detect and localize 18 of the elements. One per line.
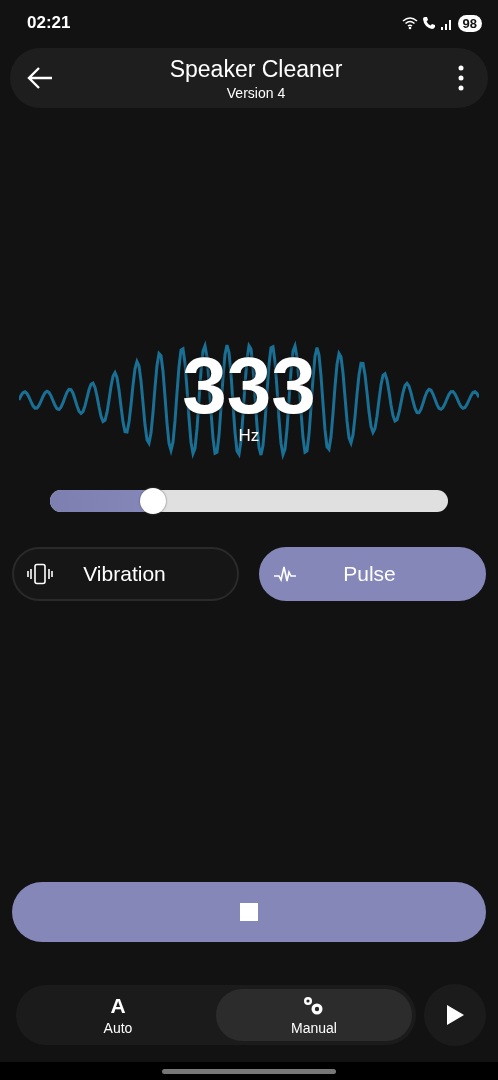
vibration-mode-button[interactable]: Vibration [12,547,239,601]
vibrating-phone-icon [26,563,54,585]
status-time: 02:21 [27,13,71,33]
auto-tab[interactable]: A Auto [20,989,216,1041]
stop-button[interactable] [12,882,486,942]
manual-tab[interactable]: Manual [216,989,412,1041]
battery-level: 98 [457,14,482,32]
back-arrow-icon [26,66,54,90]
more-icon [458,65,464,91]
frequency-unit: Hz [238,426,260,446]
app-title: Speaker Cleaner [169,55,343,83]
phone-icon [421,16,436,30]
play-icon [445,1004,465,1026]
slider-thumb[interactable] [140,488,167,514]
frequency-value: 333 [182,344,316,428]
wifi-icon [401,16,418,30]
app-version: Version 4 [226,84,286,101]
stop-icon [239,902,259,922]
